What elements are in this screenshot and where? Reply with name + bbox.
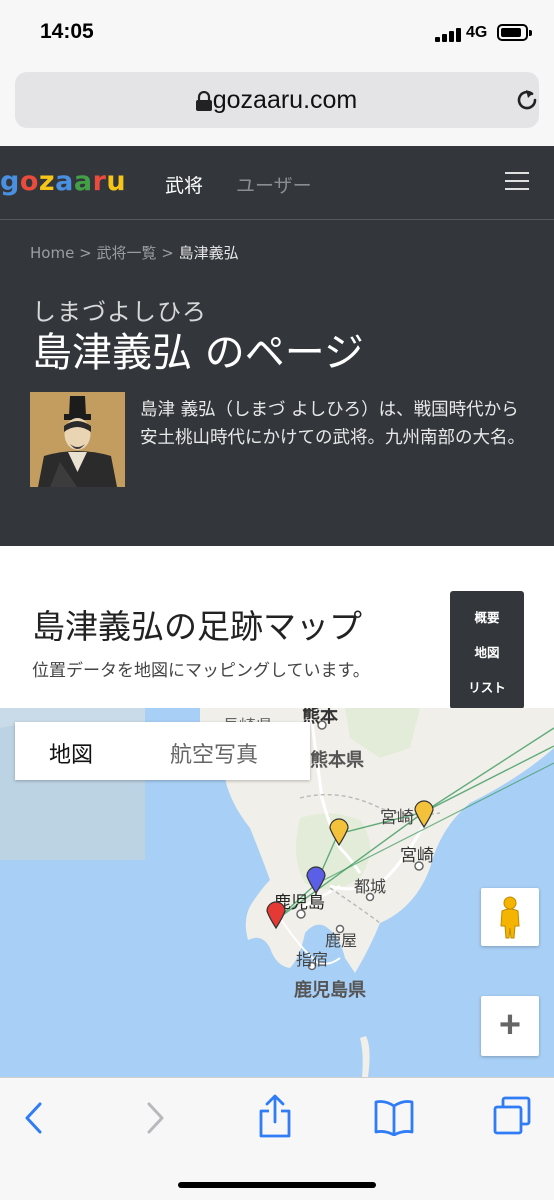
breadcrumb-current: 島津義弘 [178,244,239,262]
section-title: 島津義弘の足跡マップ [32,607,362,646]
zoom-in-button[interactable]: + [481,996,539,1056]
map-marker[interactable] [305,864,327,894]
breadcrumb-separator: > [79,244,92,262]
breadcrumb: Home > 武将一覧 > 島津義弘 [30,242,239,263]
tabs-icon[interactable] [492,1096,532,1136]
footprint-map[interactable]: 長崎県 熊本 熊本県 宮崎 宮崎 都城 鹿児島 鹿屋 指宿 鹿児島県 地図 航空… [0,708,554,1077]
network-type: 4G [466,24,488,41]
side-menu-overview[interactable]: 概要 [450,607,524,626]
home-indicator [178,1182,376,1188]
breadcrumb-home[interactable]: Home [30,244,74,262]
logo-letter: o [19,166,39,197]
page-title: 島津義弘 のページ [32,330,364,376]
map-type-map-tab[interactable]: 地図 [49,737,93,769]
breadcrumb-separator: > [161,244,174,262]
map-label-kagoshima-pref: 鹿児島県 [294,980,366,1001]
nav-users[interactable]: ユーザー [236,171,312,198]
map-type-satellite-tab[interactable]: 航空写真 [170,737,258,769]
site-logo[interactable]: gozaaru [0,166,126,197]
battery-icon [497,24,532,41]
section-side-menu: 概要 地図 リスト [450,591,524,709]
browser-toolbar [0,1077,554,1200]
busho-description: 島津 義弘（しまづ よしひろ）は、戦国時代から安土桃山時代にかけての武将。九州南… [140,400,525,448]
breadcrumb-busho-list[interactable]: 武将一覧 [96,244,156,262]
map-label-miyakonojo: 都城 [354,877,387,896]
logo-letter: a [55,166,74,197]
map-label-miyazaki: 宮崎 [400,846,434,866]
logo-letter: a [73,166,93,197]
map-label-miyazaki-north: 宮崎 [380,808,414,828]
map-marker[interactable] [413,798,435,828]
logo-letter: u [106,166,127,197]
map-label-ibusuki: 指宿 [296,950,329,969]
status-bar: 14:05 4G [0,0,554,64]
reload-icon[interactable] [514,87,540,113]
back-icon[interactable] [22,1100,46,1136]
hamburger-menu-icon[interactable] [505,172,529,192]
zoom-in-label: + [498,1004,522,1046]
map-label-kanoya: 鹿屋 [325,931,358,950]
url-text[interactable]: gozaaru.com [15,86,539,115]
logo-letter: z [38,166,56,197]
map-marker[interactable] [265,899,287,929]
forward-icon[interactable] [143,1100,167,1136]
bookmarks-icon[interactable] [373,1098,415,1136]
section-subtitle: 位置データを地図にマッピングしています。 [32,661,370,681]
browser-address-area: gozaaru.com [0,64,554,146]
map-type-control: 地図 航空写真 [15,722,310,780]
nav-busho[interactable]: 武将 [165,171,203,198]
map-label-kumamoto-pref: 熊本県 [310,750,364,771]
logo-letter: g [0,166,20,197]
address-bar[interactable]: gozaaru.com [15,72,539,128]
status-time: 14:05 [40,20,94,43]
side-menu-map[interactable]: 地図 [450,642,524,661]
page-header: Home > 武将一覧 > 島津義弘 しまづよしひろ 島津義弘 のページ 島津 … [0,220,554,546]
busho-portrait-image [30,392,125,487]
signal-icon [435,26,461,42]
share-icon[interactable] [258,1094,292,1138]
map-marker[interactable] [328,816,350,846]
side-menu-list[interactable]: リスト [450,677,524,696]
logo-letter: r [92,166,107,197]
site-navbar: gozaaru 武将 ユーザー [0,146,554,220]
street-view-pegman-icon[interactable] [481,888,539,946]
